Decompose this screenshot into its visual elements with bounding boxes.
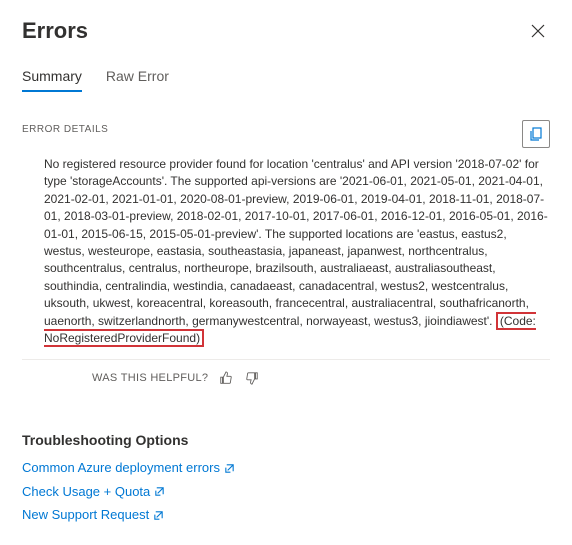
link-check-quota-label: Check Usage + Quota [22,482,150,502]
link-new-support-request[interactable]: New Support Request [22,505,550,525]
copy-button[interactable] [522,120,550,148]
close-button[interactable] [526,19,550,43]
close-icon [531,24,545,38]
tab-summary[interactable]: Summary [22,68,82,92]
page-title: Errors [22,18,88,44]
copy-icon [529,127,543,141]
link-common-errors-label: Common Azure deployment errors [22,458,220,478]
thumbs-up-icon [219,371,233,385]
link-check-quota[interactable]: Check Usage + Quota [22,482,550,502]
error-message-text: No registered resource provider found fo… [44,157,548,328]
tab-raw-error[interactable]: Raw Error [106,68,169,92]
thumbs-up-button[interactable] [218,370,234,386]
external-link-icon [224,463,235,474]
helpful-label: WAS THIS HELPFUL? [92,372,208,384]
thumbs-down-icon [245,371,259,385]
error-message: No registered resource provider found fo… [22,154,550,360]
error-details-label: ERROR DETAILS [22,124,108,135]
external-link-icon [154,486,165,497]
link-new-support-request-label: New Support Request [22,505,149,525]
tab-bar: Summary Raw Error [22,68,550,92]
thumbs-down-button[interactable] [244,370,260,386]
link-common-errors[interactable]: Common Azure deployment errors [22,458,550,478]
troubleshooting-heading: Troubleshooting Options [22,432,550,448]
helpful-prompt: WAS THIS HELPFUL? [22,360,550,396]
external-link-icon [153,510,164,521]
troubleshooting-section: Troubleshooting Options Common Azure dep… [22,432,550,525]
